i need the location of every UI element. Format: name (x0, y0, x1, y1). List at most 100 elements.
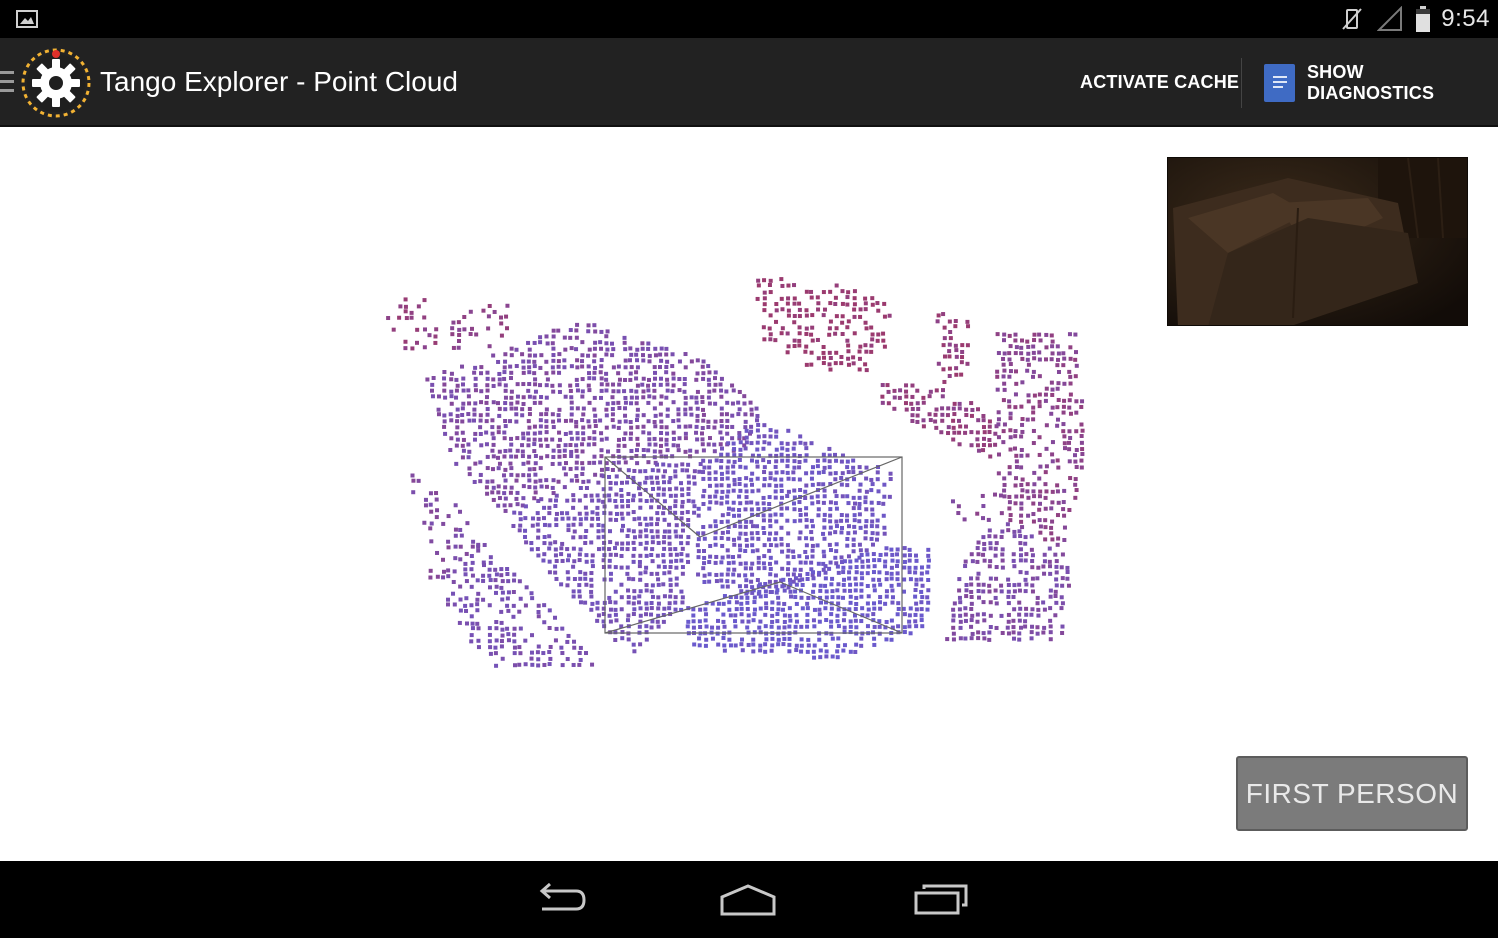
cloud-point (821, 313, 826, 318)
cloud-point (720, 543, 725, 548)
cloud-point (562, 466, 567, 471)
app-gear-logo-icon[interactable] (18, 44, 94, 120)
cloud-point (1011, 558, 1016, 563)
cloud-point (559, 582, 564, 587)
cloud-point (797, 301, 802, 306)
cloud-point (623, 460, 628, 465)
cloud-point (497, 496, 502, 501)
cloud-point (515, 473, 520, 478)
cloud-point (852, 513, 857, 518)
cloud-point (779, 488, 784, 493)
cloud-point (662, 534, 667, 539)
home-icon[interactable] (713, 879, 783, 921)
cloud-point (762, 543, 767, 548)
cloud-point (453, 527, 458, 532)
cloud-point (446, 545, 451, 550)
cloud-point (598, 370, 603, 375)
cloud-point (505, 596, 510, 601)
cloud-point (945, 413, 950, 418)
cloud-point (947, 342, 952, 347)
cloud-point (865, 558, 870, 563)
cloud-point (1053, 552, 1058, 557)
cloud-point (575, 406, 580, 411)
cloud-point (981, 516, 986, 521)
cloud-point (619, 480, 624, 485)
cloud-point (847, 576, 852, 581)
cloud-point (616, 448, 621, 453)
cloud-point (738, 464, 743, 469)
cloud-point (698, 607, 703, 612)
cloud-point (1019, 506, 1024, 511)
cloud-point (547, 534, 552, 539)
cloud-point (1017, 618, 1022, 623)
cloud-point (574, 466, 579, 471)
cloud-point (511, 523, 516, 528)
cloud-point (449, 389, 454, 394)
cloud-point (791, 572, 796, 577)
cloud-point (662, 606, 667, 611)
cloud-point (863, 296, 868, 301)
cloud-point (676, 412, 681, 417)
cloud-point (761, 561, 766, 566)
cloud-point (587, 388, 592, 393)
cloud-point (578, 535, 583, 540)
cloud-point (580, 364, 585, 369)
cloud-point (490, 425, 495, 430)
first-person-button[interactable]: FIRST PERSON (1236, 756, 1468, 831)
cloud-point (812, 583, 817, 588)
cloud-point (865, 613, 870, 618)
app-title: Tango Explorer - Point Cloud (100, 66, 458, 97)
cloud-point (816, 356, 821, 361)
cloud-point (655, 480, 660, 485)
cloud-point (422, 298, 427, 303)
cloud-point (580, 377, 585, 382)
cloud-point (995, 387, 1000, 392)
cloud-point (987, 437, 992, 442)
cloud-point (578, 576, 583, 581)
cloud-point (823, 576, 828, 581)
cloud-point (542, 505, 547, 510)
menu-icon[interactable] (0, 71, 14, 93)
cloud-point (506, 590, 511, 595)
cloud-point (988, 454, 993, 459)
cloud-point (869, 500, 874, 505)
recent-apps-icon[interactable] (905, 879, 975, 921)
cloud-point (608, 529, 613, 534)
cloud-point (538, 478, 543, 483)
cloud-point (725, 579, 730, 584)
cloud-point (1019, 345, 1024, 350)
cloud-point (493, 651, 498, 656)
cloud-point (816, 500, 821, 505)
cloud-point (641, 389, 646, 394)
cloud-point (1024, 570, 1029, 575)
cloud-point (731, 488, 736, 493)
cloud-point (608, 571, 613, 576)
cloud-point (487, 603, 492, 608)
cloud-point (1067, 405, 1072, 410)
cloud-point (694, 395, 699, 400)
cloud-point (583, 493, 588, 498)
cloud-point (1053, 594, 1058, 599)
cloud-point (785, 350, 790, 355)
cloud-point (1025, 489, 1030, 494)
cloud-point (724, 412, 729, 417)
cloud-point (515, 394, 520, 399)
cloud-point (725, 584, 730, 589)
cloud-point (521, 484, 526, 489)
cloud-point (638, 522, 643, 527)
back-icon[interactable] (523, 879, 593, 921)
cloud-point (497, 449, 502, 454)
cloud-point (926, 577, 931, 582)
activate-cache-button[interactable]: ACTIVATE CACHE (1070, 38, 1249, 127)
cloud-point (632, 607, 637, 612)
show-diagnostics-button[interactable]: SHOW DIAGNOSTICS (1256, 38, 1498, 127)
cloud-point (626, 588, 631, 593)
cloud-point (864, 476, 869, 481)
cloud-point (836, 607, 841, 612)
cloud-point (460, 419, 465, 424)
cloud-point (596, 516, 601, 521)
cloud-point (538, 424, 543, 429)
cloud-point (626, 528, 631, 533)
cloud-point (982, 541, 987, 546)
cloud-point (611, 454, 616, 459)
